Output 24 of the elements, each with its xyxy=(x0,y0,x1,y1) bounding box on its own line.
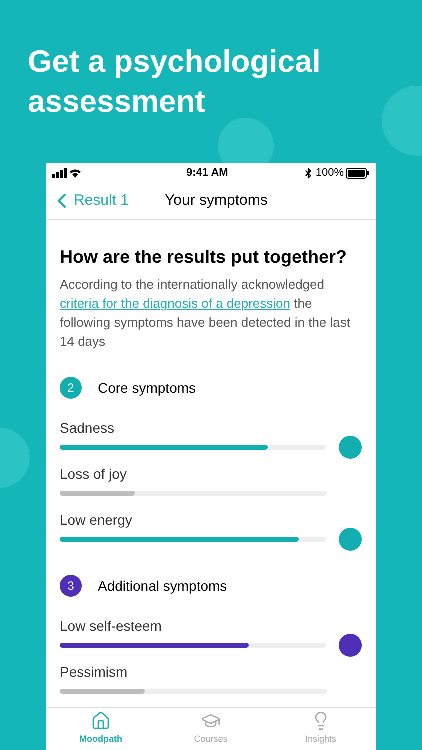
battery-icon xyxy=(346,168,370,178)
count-badge: 2 xyxy=(60,377,82,399)
bluetooth-icon xyxy=(302,168,314,178)
count-badge: 3 xyxy=(60,575,82,597)
battery-percent: 100% xyxy=(316,166,344,181)
symptom-name: Sadness xyxy=(60,419,116,437)
tab-icon xyxy=(91,711,111,732)
status-time: 9:41 AM xyxy=(186,166,228,181)
intro-text: According to the internationally acknowledged criteria for the diagnosis of a depression the following symptoms have been detected in the last 14 days xyxy=(60,276,352,351)
tab[interactable]: Insights xyxy=(266,708,376,750)
symptom-name: Loss of joy xyxy=(60,465,128,483)
headline: Get a psychological assessment xyxy=(28,43,322,121)
symptom-name: Low self-esteem xyxy=(60,617,163,635)
symptom-name: Pessimism xyxy=(60,663,129,681)
group-title: Core symptoms xyxy=(98,378,196,398)
screen-title: Your symptoms xyxy=(165,190,268,211)
tab[interactable]: Moodpath xyxy=(46,708,156,750)
back-button[interactable]: Result 1 xyxy=(46,189,130,213)
criteria-link[interactable]: criteria for the diagnosis of a depression xyxy=(60,296,291,311)
signal-icon xyxy=(52,168,82,178)
tab[interactable]: Courses xyxy=(156,708,266,750)
symptom-name: Low energy xyxy=(60,511,134,529)
group-title: Additional symptoms xyxy=(98,576,228,596)
section-heading: How are the results put together? xyxy=(60,246,348,269)
